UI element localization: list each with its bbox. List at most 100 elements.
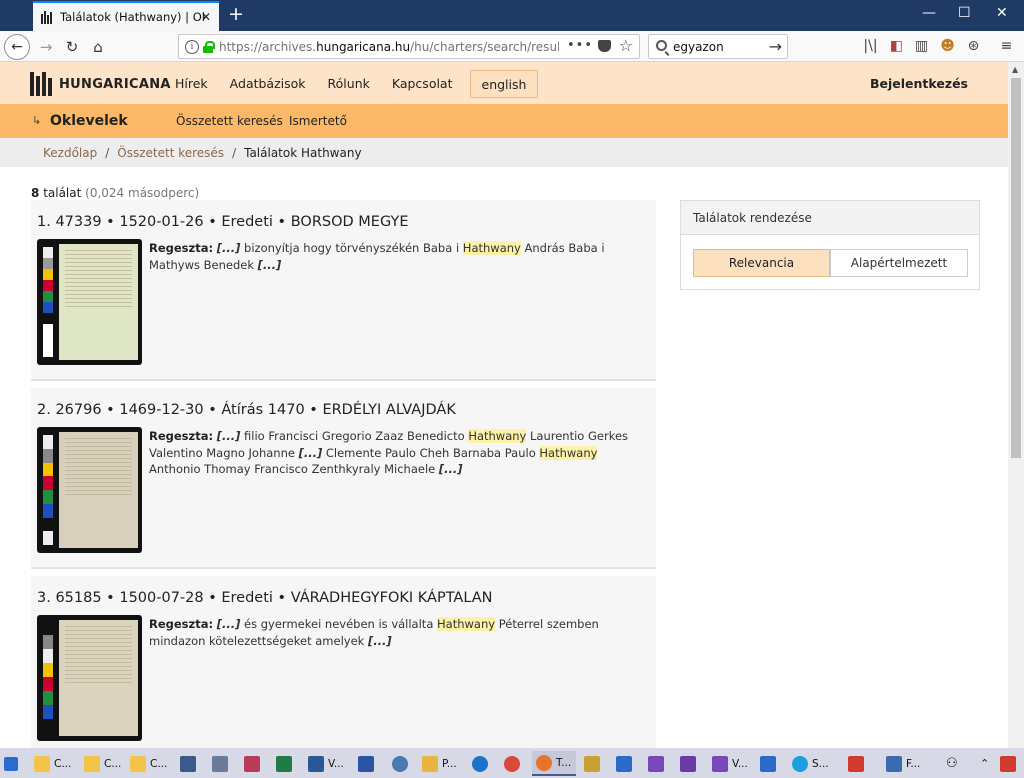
taskbar-tray-chevron[interactable]: ⌃ bbox=[980, 751, 989, 776]
taskbar-tray-app[interactable] bbox=[1000, 751, 1020, 776]
url-bar[interactable]: i https://archives.hungaricana.hu/hu/cha… bbox=[178, 34, 640, 59]
url-text[interactable]: https://archives.hungaricana.hu/hu/chart… bbox=[219, 40, 559, 54]
breadcrumb-current: Találatok Hathwany bbox=[244, 146, 362, 160]
taskbar-visual-studio-2[interactable]: V... bbox=[712, 751, 748, 776]
new-tab-button[interactable]: + bbox=[228, 4, 244, 24]
search-input[interactable]: egyazon bbox=[673, 40, 724, 54]
taskbar-folder-3[interactable]: C... bbox=[130, 751, 167, 776]
taskbar-chrome[interactable] bbox=[504, 751, 524, 776]
nav-news[interactable]: Hírek bbox=[164, 70, 219, 98]
taskbar-app[interactable]: F... bbox=[886, 751, 920, 776]
taskbar-mail[interactable]: P... bbox=[422, 751, 457, 776]
scrollbar-thumb[interactable] bbox=[1011, 78, 1021, 458]
start-button[interactable] bbox=[4, 751, 22, 776]
taskbar-app[interactable] bbox=[244, 751, 264, 776]
taskbar-visual-studio[interactable] bbox=[680, 751, 700, 776]
taskbar-edge[interactable] bbox=[472, 751, 492, 776]
taskbar-people[interactable]: ⚇ bbox=[946, 751, 958, 776]
result-title[interactable]: 2. 26796 • 1469-12-30 • Átírás 1470 • ER… bbox=[37, 402, 456, 418]
extension-icon[interactable]: ◧ bbox=[888, 38, 905, 55]
pdf-icon bbox=[848, 755, 864, 772]
taskbar-app[interactable] bbox=[760, 751, 780, 776]
hamburger-menu-icon[interactable]: ≡ bbox=[998, 38, 1015, 55]
site-header: HUNGARICANA Hírek Adatbázisok Rólunk Kap… bbox=[0, 62, 1008, 104]
home-button[interactable]: ⌂ bbox=[85, 34, 111, 60]
search-highlight: Hathwany bbox=[462, 241, 521, 255]
language-switch-button[interactable]: english bbox=[469, 70, 539, 98]
taskbar-vscode[interactable] bbox=[616, 751, 636, 776]
sort-panel-title: Találatok rendezése bbox=[681, 201, 979, 235]
taskbar-folder-1[interactable]: C... bbox=[34, 751, 71, 776]
section-title[interactable]: Oklevelek bbox=[50, 113, 128, 129]
forward-button[interactable]: → bbox=[33, 34, 59, 60]
taskbar-excel[interactable] bbox=[276, 751, 296, 776]
tray-app-icon bbox=[1000, 755, 1016, 772]
app-icon bbox=[358, 755, 374, 772]
taskbar-app[interactable] bbox=[180, 751, 200, 776]
taskbar-firefox[interactable]: T... bbox=[532, 751, 576, 776]
main-nav: Hírek Adatbázisok Rólunk Kapcsolat engli… bbox=[164, 70, 539, 98]
arrow-right-icon: → bbox=[39, 38, 53, 56]
result-title[interactable]: 3. 65185 • 1500-07-28 • Eredeti • VÁRADH… bbox=[37, 590, 493, 606]
w-extension-icon[interactable]: ⊛ bbox=[965, 38, 982, 55]
minimize-button[interactable]: — bbox=[922, 5, 936, 21]
browser-tab[interactable]: Találatok (Hathwany) | Oklevelek ✕ bbox=[33, 1, 219, 31]
chevron-up-icon: ⌃ bbox=[980, 757, 990, 770]
taskbar-app[interactable] bbox=[212, 751, 232, 776]
visual-studio-icon bbox=[680, 755, 696, 772]
window-close-button[interactable]: ✕ bbox=[996, 5, 1008, 21]
tab-close-icon[interactable]: ✕ bbox=[201, 10, 211, 24]
taskbar-folder-2[interactable]: C... bbox=[84, 751, 121, 776]
taskbar-skype[interactable]: S... bbox=[792, 751, 829, 776]
sort-default-button[interactable]: Alapértelmezett bbox=[830, 249, 968, 277]
nav-databases[interactable]: Adatbázisok bbox=[219, 70, 317, 98]
color-scale bbox=[43, 435, 53, 545]
scroll-up-icon[interactable]: ▲ bbox=[1012, 65, 1018, 74]
taskbar-app[interactable] bbox=[584, 751, 604, 776]
reload-button[interactable]: ↻ bbox=[59, 34, 85, 60]
word-icon bbox=[308, 755, 324, 772]
app-icon bbox=[212, 755, 228, 772]
folder-icon bbox=[34, 755, 50, 772]
taskbar-app[interactable] bbox=[358, 751, 378, 776]
result-title[interactable]: 1. 47339 • 1520-01-26 • Eredeti • BORSOD… bbox=[37, 214, 409, 230]
page-scrollbar[interactable]: ▲ bbox=[1008, 62, 1024, 748]
regeszta-text: Regeszta: [...] filio Francisci Gregorio… bbox=[149, 429, 629, 476]
search-go-arrow-icon[interactable]: → bbox=[769, 37, 782, 56]
nav-contact[interactable]: Kapcsolat bbox=[381, 70, 464, 98]
pocket-icon[interactable] bbox=[598, 40, 611, 52]
folder-icon bbox=[84, 755, 100, 772]
bookmark-star-icon[interactable]: ☆ bbox=[619, 36, 633, 55]
sort-relevance-button[interactable]: Relevancia bbox=[693, 249, 830, 277]
hungaricana-logo[interactable]: HUNGARICANA bbox=[30, 72, 171, 96]
advanced-search-link[interactable]: Összetett keresés bbox=[176, 114, 283, 128]
guide-link[interactable]: Ismertető bbox=[289, 114, 347, 128]
sidebar-icon[interactable]: ▥ bbox=[913, 38, 930, 55]
monkey-extension-icon[interactable]: ☻ bbox=[939, 38, 956, 55]
charter-thumbnail[interactable] bbox=[37, 239, 142, 365]
maximize-button[interactable]: ☐ bbox=[958, 5, 971, 21]
taskbar-word[interactable]: V... bbox=[308, 751, 344, 776]
visual-studio-icon bbox=[648, 755, 664, 772]
login-link[interactable]: Bejelentkezés bbox=[870, 76, 968, 91]
taskbar-app[interactable] bbox=[392, 751, 412, 776]
charter-thumbnail[interactable] bbox=[37, 427, 142, 553]
section-arrow-icon: ↳ bbox=[32, 114, 42, 127]
visual-studio-icon bbox=[712, 755, 728, 772]
search-highlight: Hathwany bbox=[539, 445, 598, 460]
section-header: ↳ Oklevelek Összetett keresés Ismertető bbox=[0, 104, 1008, 138]
back-button[interactable]: ← bbox=[4, 34, 30, 60]
info-icon[interactable]: i bbox=[185, 39, 199, 54]
windows-taskbar: C... C... C... V... P... T... V... S... … bbox=[0, 748, 1024, 778]
taskbar-pdf[interactable] bbox=[848, 751, 868, 776]
breadcrumb-advanced-search[interactable]: Összetett keresés bbox=[117, 146, 224, 160]
taskbar-visual-studio[interactable] bbox=[648, 751, 668, 776]
nav-about[interactable]: Rólunk bbox=[317, 70, 381, 98]
page-actions-icon[interactable]: ••• bbox=[567, 38, 593, 53]
charter-thumbnail[interactable] bbox=[37, 615, 142, 741]
document-image bbox=[59, 620, 138, 736]
lock-icon[interactable] bbox=[203, 40, 215, 53]
search-bar[interactable]: egyazon → bbox=[648, 34, 788, 59]
library-icon[interactable]: |\| bbox=[862, 38, 879, 55]
breadcrumb-home[interactable]: Kezdőlap bbox=[43, 146, 97, 160]
